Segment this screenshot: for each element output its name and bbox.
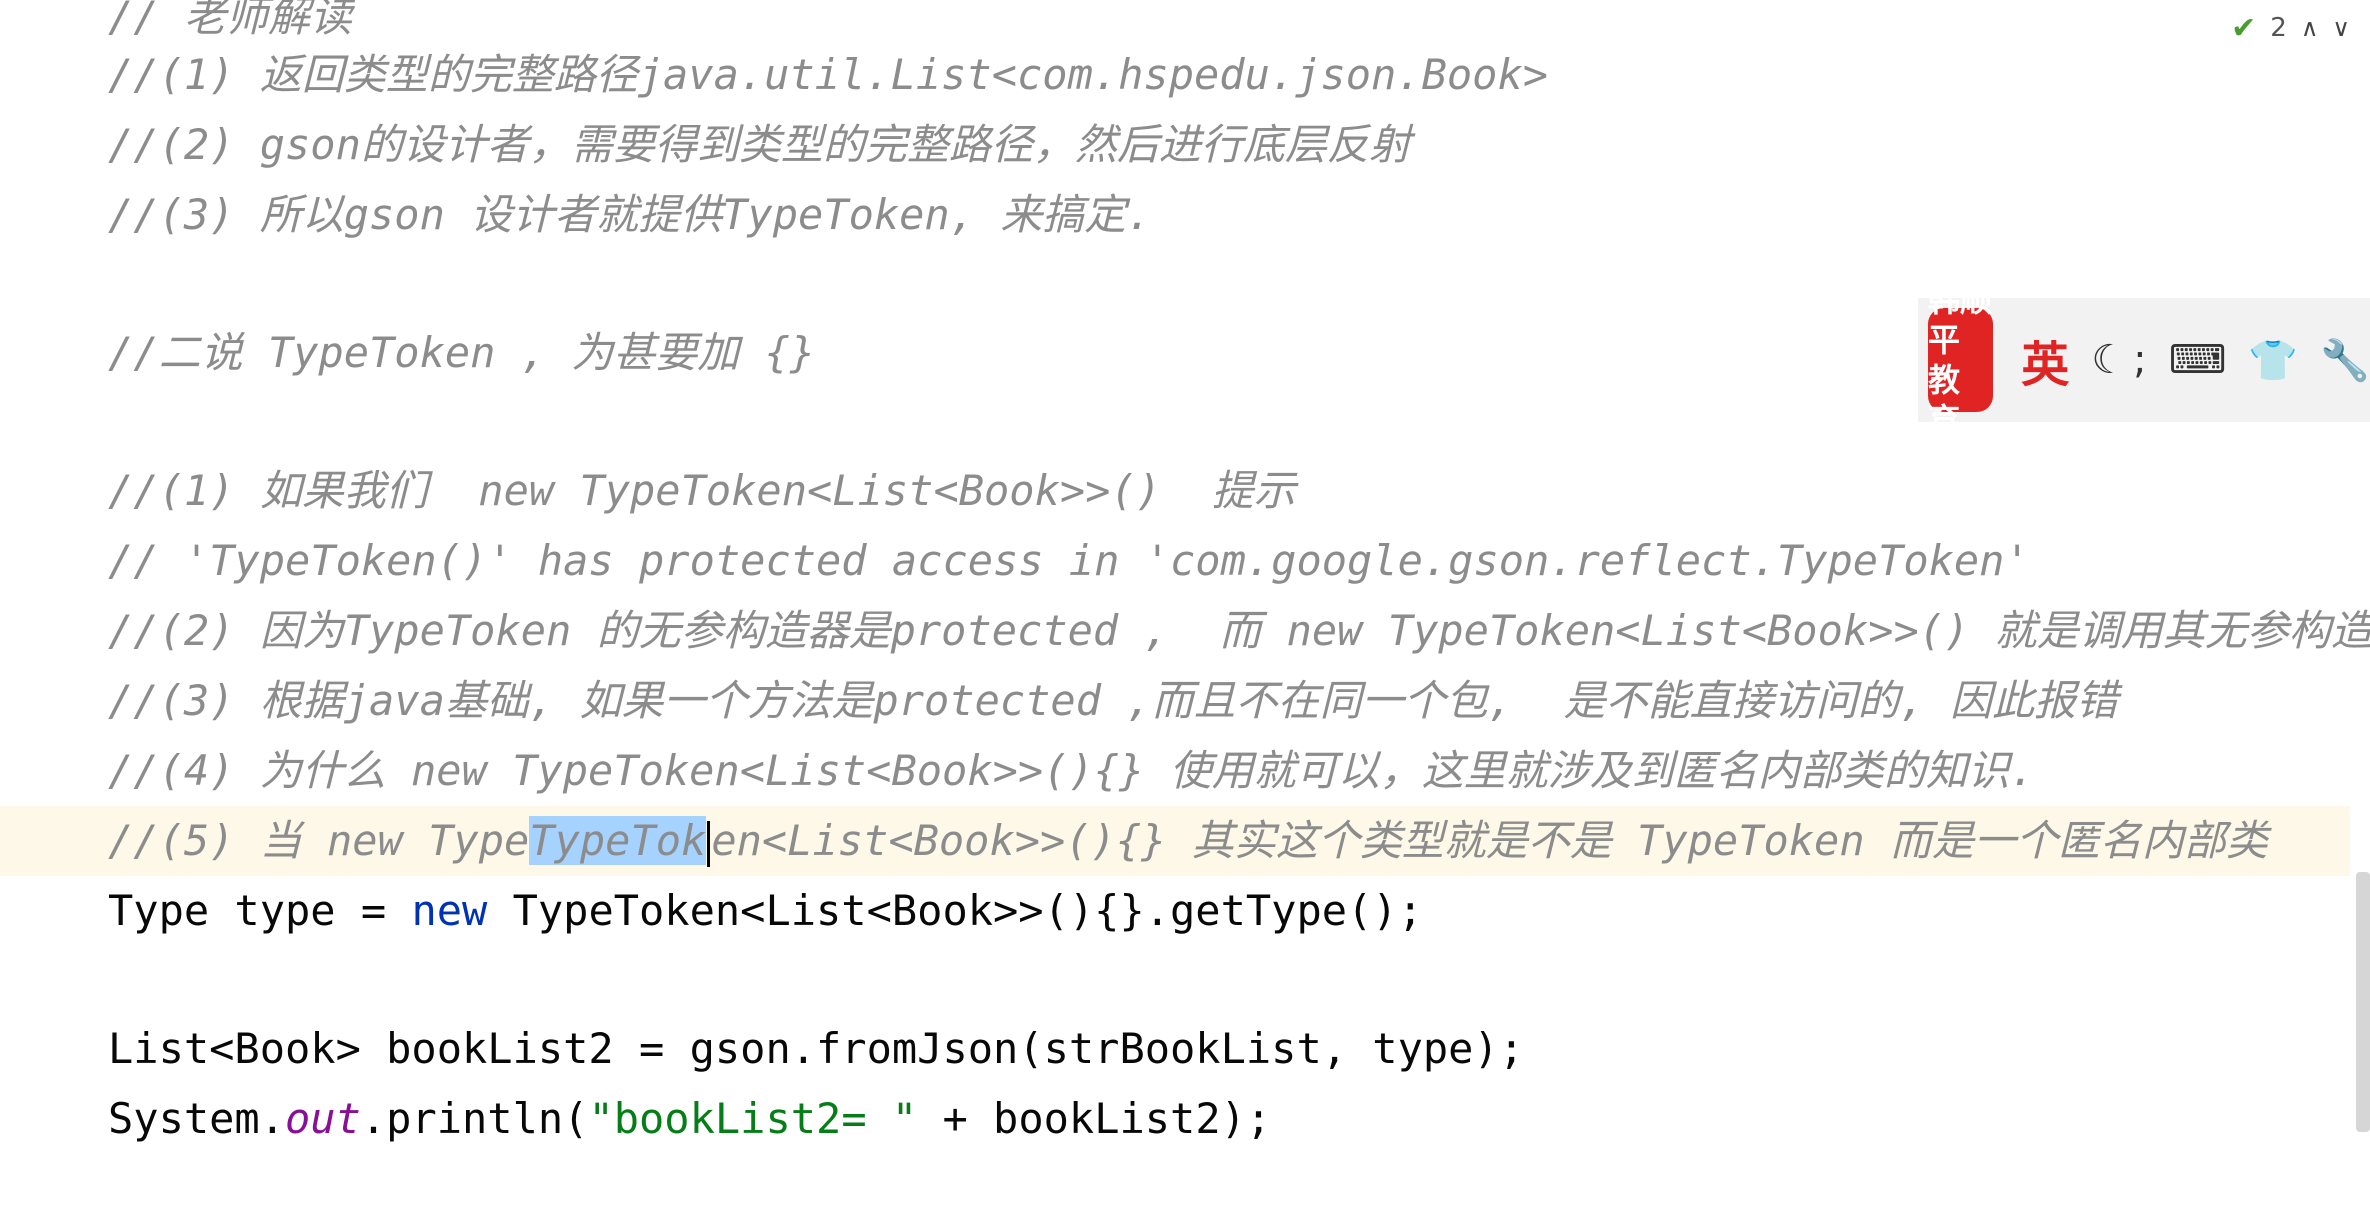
code-line[interactable]: // 'TypeToken()' has protected access in… [0, 526, 2350, 596]
static-field: out [285, 1094, 361, 1143]
code-editor[interactable]: // 老师解读 //(1) 返回类型的完整路径java.util.List<co… [0, 0, 2370, 1208]
code-line[interactable]: //(3) 所以gson 设计者就提供TypeToken, 来搞定. [0, 180, 2350, 250]
code-line[interactable]: //(3) 根据java基础, 如果一个方法是protected ,而且不在同一… [0, 666, 2350, 736]
comment-text: //(5) 当 new TypeTypeTok en<List<Book>>(){… [108, 810, 2268, 872]
code-segment: TypeToken<List<Book>>(){}.getType(); [487, 886, 1423, 935]
comment-text: //二说 TypeToken , 为甚要加 {} [108, 328, 816, 377]
code-segment: System. [108, 1094, 286, 1143]
comment-text: //(2) 因为TypeToken 的无参构造器是protected , 而 n… [108, 606, 2370, 655]
comment-text: //(4) 为什么 new TypeToken<List<Book>>(){} … [108, 746, 2035, 795]
chevron-up-icon[interactable]: ∧ [2301, 14, 2319, 42]
ime-logo: 韩顺平 教 育 [1928, 281, 1994, 439]
code-text: System.out.println("bookList2= " + bookL… [108, 1088, 1271, 1150]
logo-text-line1: 韩顺平 [1928, 281, 1993, 359]
ime-toolbar: 韩顺平 教 育 英 ☾ ; ⌨ 👕 🔧 [1918, 281, 2370, 439]
comment-suffix: en<List<Book>>(){} 其实这个类型就是不是 TypeToken … [711, 816, 2268, 865]
code-line[interactable]: //(2) 因为TypeToken 的无参构造器是protected , 而 n… [0, 596, 2370, 666]
code-line[interactable]: List<Book> bookList2 = gson.fromJson(str… [0, 1014, 2350, 1084]
current-code-line[interactable]: //(5) 当 new TypeTypeTok en<List<Book>>(){… [0, 806, 2350, 876]
ime-language-toggle[interactable]: 英 [2021, 325, 2069, 395]
punctuation-icon[interactable]: ; [2133, 337, 2146, 383]
keyword-new: new [411, 886, 488, 935]
logo-text-line2: 教 育 [1928, 361, 1961, 439]
comment-text: //(3) 根据java基础, 如果一个方法是protected ,而且不在同一… [108, 676, 2119, 725]
comment-text: //(3) 所以gson 设计者就提供TypeToken, 来搞定. [108, 190, 1152, 239]
code-line[interactable]: Type type = new TypeToken<List<Book>>(){… [0, 876, 2350, 946]
keyboard-icon[interactable]: ⌨ [2169, 337, 2227, 383]
chevron-down-icon[interactable]: ∨ [2332, 14, 2350, 42]
moon-icon[interactable]: ☾ [2091, 337, 2127, 383]
settings-icon[interactable]: 🔧 [2320, 337, 2370, 384]
code-segment: + bookList2); [917, 1094, 1272, 1143]
skin-icon[interactable]: 👕 [2248, 337, 2298, 384]
inspection-widget[interactable]: ✔ 2 ∧ ∨ [2231, 10, 2350, 46]
code-line[interactable]: //(1) 返回类型的完整路径java.util.List<com.hspedu… [0, 40, 2350, 110]
comment-text: //(1) 如果我们 new TypeToken<List<Book>>() 提… [108, 466, 1296, 515]
code-text: Type type = new TypeToken<List<Book>>(){… [108, 880, 1423, 942]
string-literal: "bookList2= " [588, 1094, 918, 1143]
text-selection[interactable]: TypeTok [529, 816, 707, 865]
code-text: List<Book> bookList2 = gson.fromJson(str… [108, 1024, 1525, 1073]
comment-text: //(2) gson的设计者，需要得到类型的完整路径，然后进行底层反射 [108, 120, 1411, 169]
code-line[interactable]: //(4) 为什么 new TypeToken<List<Book>>(){} … [0, 736, 2350, 806]
code-line[interactable]: //(2) gson的设计者，需要得到类型的完整路径，然后进行底层反射 [0, 110, 2350, 180]
comment-prefix: //(5) 当 new Type [108, 816, 530, 865]
comment-text: // 'TypeToken()' has protected access in… [108, 536, 2030, 585]
code-line[interactable]: System.out.println("bookList2= " + bookL… [0, 1084, 2350, 1154]
code-line[interactable]: //(1) 如果我们 new TypeToken<List<Book>>() 提… [0, 456, 2350, 526]
scrollbar-thumb[interactable] [2356, 872, 2370, 1132]
code-segment: Type type = [108, 886, 412, 935]
code-segment: .println( [360, 1094, 589, 1143]
comment-text: //(1) 返回类型的完整路径java.util.List<com.hspedu… [108, 50, 1549, 99]
check-icon: ✔ [2231, 10, 2257, 46]
text-caret [707, 820, 711, 867]
inspection-count: 2 [2270, 13, 2287, 43]
